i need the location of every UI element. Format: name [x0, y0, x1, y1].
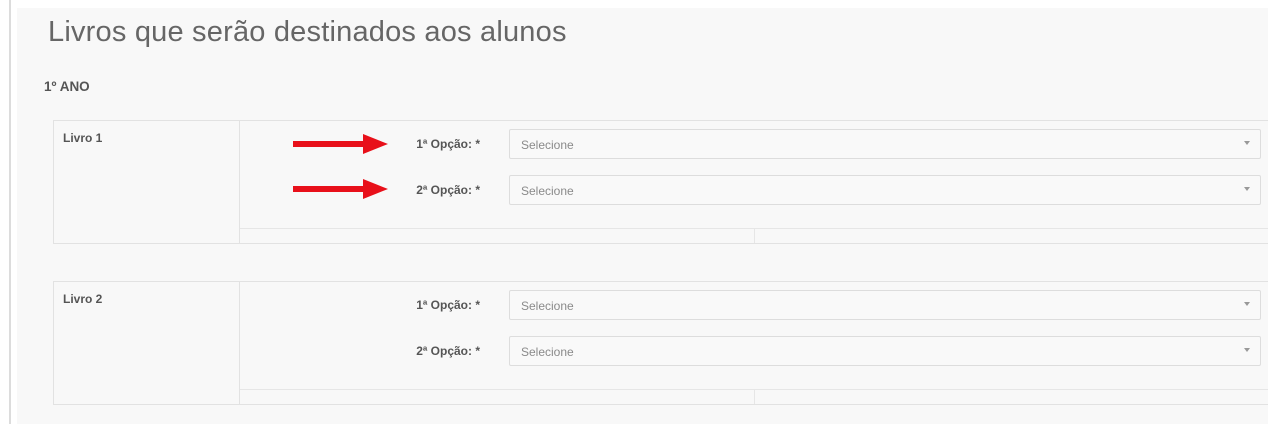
left-border-rule: [9, 0, 11, 424]
option-2-label: 2ª Opção: *: [416, 344, 480, 358]
select-value: Selecione: [521, 299, 574, 313]
chevron-down-icon: [1244, 187, 1250, 191]
book-2-option-1-select[interactable]: Selecione: [509, 290, 1261, 320]
book-2-option-2-select[interactable]: Selecione: [509, 336, 1261, 366]
book-footer: [240, 228, 1268, 243]
footer-divider: [754, 390, 755, 404]
footer-divider: [754, 229, 755, 243]
year-label: 1º ANO: [44, 79, 90, 94]
book-1-option-2-select[interactable]: Selecione: [509, 175, 1261, 205]
chevron-down-icon: [1244, 302, 1250, 306]
book-name: Livro 2: [54, 282, 240, 404]
arrow-right-icon: [293, 134, 388, 154]
book-card-1: Livro 1 1ª Opção: * Selecione 2ª Opção: …: [53, 120, 1268, 244]
option-1-label: 1ª Opção: *: [416, 298, 480, 312]
select-value: Selecione: [521, 184, 574, 198]
book-name: Livro 1: [54, 121, 240, 243]
select-value: Selecione: [521, 345, 574, 359]
select-value: Selecione: [521, 138, 574, 152]
chevron-down-icon: [1244, 348, 1250, 352]
book-1-option-1-select[interactable]: Selecione: [509, 129, 1261, 159]
arrow-right-icon: [293, 179, 388, 199]
page-title: Livros que serão destinados aos alunos: [48, 16, 567, 48]
book-card-2: Livro 2 1ª Opção: * Selecione 2ª Opção: …: [53, 281, 1268, 405]
chevron-down-icon: [1244, 141, 1250, 145]
book-footer: [240, 389, 1268, 404]
